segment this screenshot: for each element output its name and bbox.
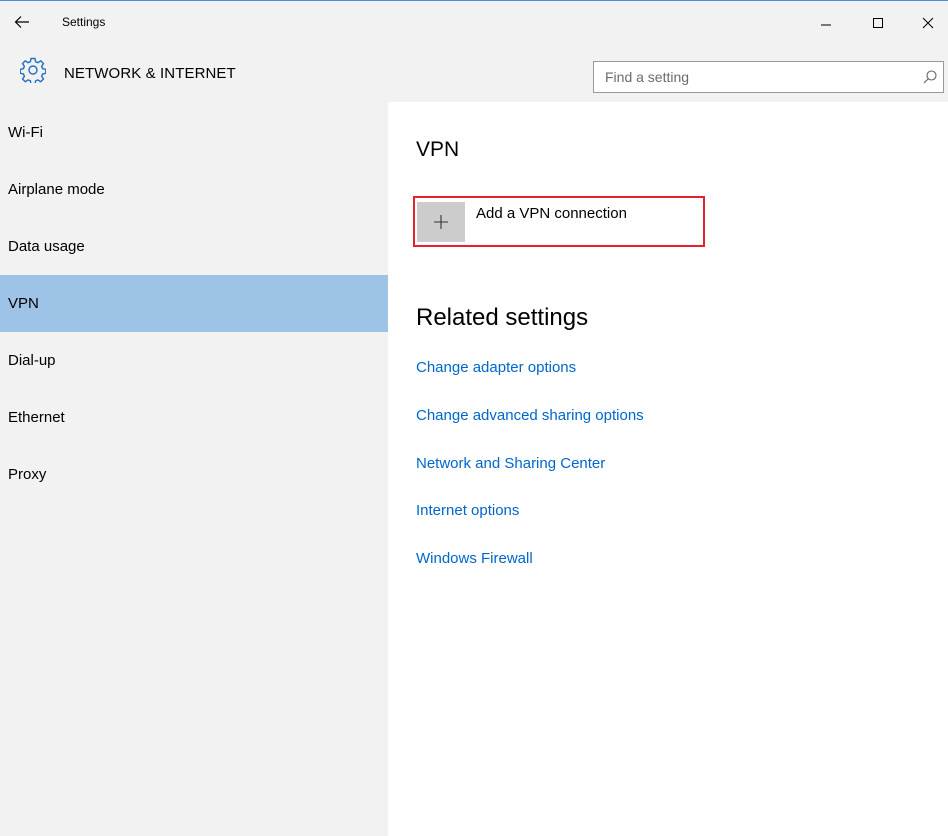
- related-settings-title: Related settings: [416, 304, 589, 331]
- maximize-icon: [873, 18, 883, 28]
- add-vpn-connection-button[interactable]: Add a VPN connection: [413, 196, 705, 247]
- sidebar-nav: Wi-Fi Airplane mode Data usage VPN Dial-…: [0, 102, 388, 836]
- close-button[interactable]: [906, 7, 948, 39]
- sidebar-item-label: VPN: [8, 295, 39, 312]
- minimize-icon: [821, 24, 831, 26]
- plus-icon: [417, 202, 465, 242]
- minimize-button[interactable]: [804, 7, 848, 39]
- link-change-advanced-sharing-options[interactable]: Change advanced sharing options: [416, 407, 644, 424]
- sidebar-item-wifi[interactable]: Wi-Fi: [0, 104, 388, 161]
- search-box[interactable]: [593, 61, 944, 93]
- page-header: NETWORK & INTERNET: [0, 46, 948, 102]
- sidebar-item-data-usage[interactable]: Data usage: [0, 218, 388, 275]
- vpn-section-title: VPN: [416, 138, 460, 161]
- search-input[interactable]: [594, 62, 904, 92]
- add-vpn-label: Add a VPN connection: [476, 205, 627, 222]
- back-arrow-icon: [14, 16, 29, 28]
- link-network-and-sharing-center[interactable]: Network and Sharing Center: [416, 455, 605, 472]
- sidebar-item-airplane-mode[interactable]: Airplane mode: [0, 161, 388, 218]
- sidebar-item-vpn[interactable]: VPN: [0, 275, 388, 332]
- maximize-button[interactable]: [856, 7, 900, 39]
- app-title: Settings: [62, 15, 106, 29]
- sidebar-item-label: Ethernet: [8, 409, 65, 426]
- sidebar-item-label: Wi-Fi: [8, 124, 43, 141]
- gear-icon: [20, 57, 46, 83]
- sidebar-item-ethernet[interactable]: Ethernet: [0, 389, 388, 446]
- close-icon: [922, 17, 934, 29]
- back-button[interactable]: [8, 9, 36, 35]
- sidebar-item-label: Data usage: [8, 238, 85, 255]
- page-title: NETWORK & INTERNET: [64, 65, 236, 82]
- sidebar-item-dial-up[interactable]: Dial-up: [0, 332, 388, 389]
- sidebar-item-label: Airplane mode: [8, 181, 105, 198]
- link-windows-firewall[interactable]: Windows Firewall: [416, 550, 533, 567]
- link-internet-options[interactable]: Internet options: [416, 502, 519, 519]
- main-content: VPN Add a VPN connection Related setting…: [388, 102, 948, 836]
- sidebar-item-proxy[interactable]: Proxy: [0, 446, 388, 503]
- sidebar-item-label: Proxy: [8, 466, 47, 483]
- search-icon[interactable]: [921, 68, 939, 86]
- title-bar: Settings: [0, 0, 948, 46]
- link-change-adapter-options[interactable]: Change adapter options: [416, 359, 576, 376]
- sidebar-item-label: Dial-up: [8, 352, 56, 369]
